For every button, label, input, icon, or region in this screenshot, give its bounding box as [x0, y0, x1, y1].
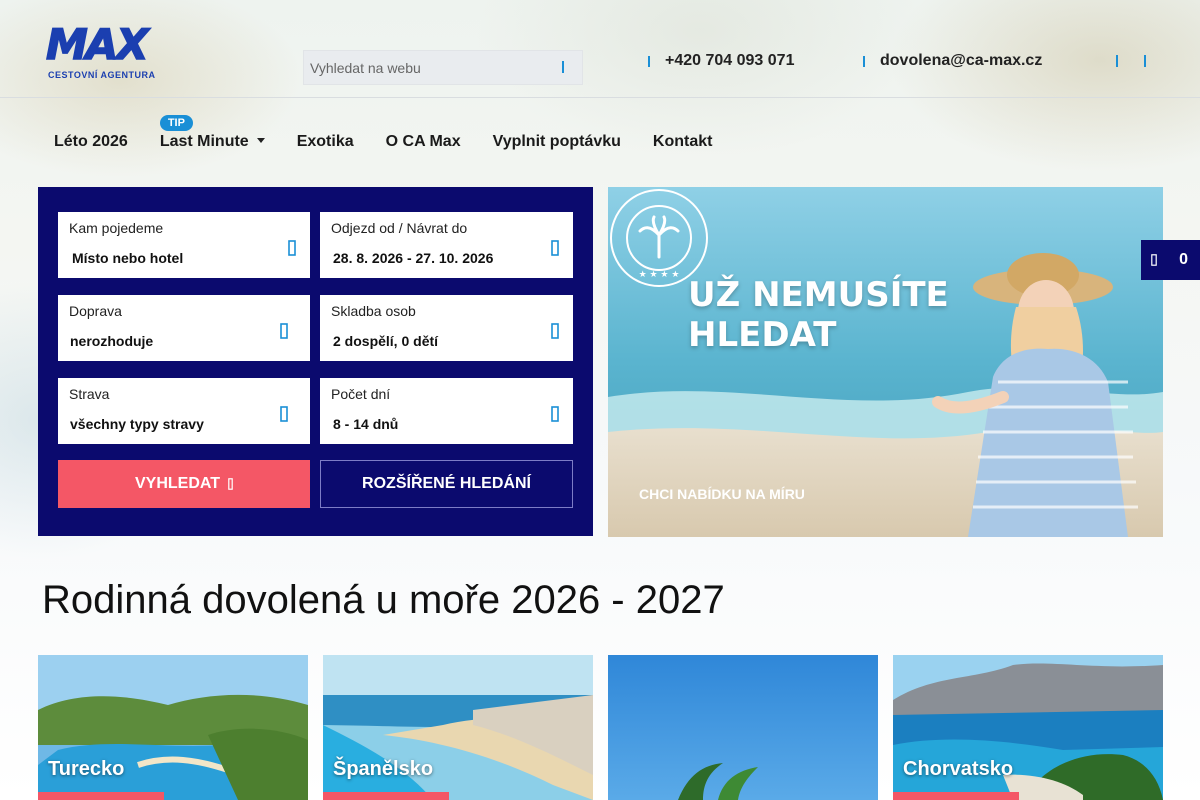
nav-item-label: Kontakt — [652, 133, 713, 150]
facebook-icon[interactable] — [1115, 54, 1121, 68]
chevron-down-icon — [280, 406, 288, 422]
logo[interactable]: MAX CESTOVNÍ AGENTURA — [45, 20, 155, 84]
destination-name: Chorvatsko — [903, 758, 1014, 780]
caret-down-icon — [256, 138, 265, 143]
destination-card-spanelsko[interactable]: Španělsko — [323, 655, 593, 800]
logo-subtitle: CESTOVNÍ AGENTURA — [48, 70, 156, 80]
field-value: 28. 8. 2026 - 27. 10. 2026 — [333, 250, 494, 266]
field-label: Odjezd od / Návrat do — [331, 220, 468, 236]
email-address: dovolena@ca-max.cz — [880, 52, 1043, 69]
field-value: nerozhoduje — [70, 333, 154, 349]
location-icon — [288, 240, 296, 256]
logo-wordmark: MAX — [45, 20, 149, 69]
advanced-search-button[interactable]: ROZŠÍŘENÉ HLEDÁNÍ — [320, 460, 573, 508]
instagram-icon[interactable] — [1143, 54, 1149, 68]
nav-item-o-ca-max[interactable]: O CA Max — [386, 133, 461, 155]
days-select[interactable]: Počet dní 8 - 14 dnů — [320, 378, 573, 444]
nav-item-label: Last Minute — [159, 133, 249, 150]
destination-card[interactable] — [608, 655, 878, 800]
cart-count: 0 — [1179, 251, 1188, 268]
nav-item-exotika[interactable]: Exotika — [297, 133, 354, 155]
nav-item-last-minute[interactable]: TIP Last Minute — [159, 115, 265, 155]
banner-title: UŽ NEMUSÍTE HLEDAT — [688, 275, 949, 355]
destination-card-chorvatsko[interactable]: Chorvatsko — [893, 655, 1163, 800]
email-contact[interactable]: dovolena@ca-max.cz — [862, 52, 1042, 70]
destination-field[interactable]: Kam pojedeme Místo nebo hotel — [58, 212, 310, 278]
advanced-search-label: ROZŠÍŘENÉ HLEDÁNÍ — [362, 475, 531, 492]
field-label: Kam pojedeme — [69, 220, 164, 236]
card-accent-bar — [893, 792, 1019, 800]
search-button-label: VYHLEDAT — [134, 475, 221, 492]
destination-card-turecko[interactable]: Turecko — [38, 655, 308, 800]
cart-widget[interactable]: 0 — [1141, 240, 1200, 280]
field-label: Doprava — [69, 303, 122, 319]
field-label: Počet dní — [331, 386, 391, 402]
board-select[interactable]: Strava všechny typy stravy — [58, 378, 310, 444]
chevron-down-icon — [551, 323, 559, 339]
card-accent-bar — [38, 792, 164, 800]
field-value: Místo nebo hotel — [72, 250, 184, 266]
header: MAX CESTOVNÍ AGENTURA +420 704 093 071 d… — [0, 0, 1200, 98]
page-title: Rodinná dovolená u moře 2026 - 2027 — [42, 578, 725, 622]
card-accent-bar — [323, 792, 449, 800]
search-icon[interactable] — [560, 60, 572, 74]
calendar-icon — [551, 240, 559, 256]
field-value: všechny typy stravy — [70, 416, 204, 432]
nav-item-label: Vyplnit poptávku — [492, 133, 621, 150]
site-search — [303, 50, 583, 85]
nav-item-leto[interactable]: Léto 2026 — [54, 133, 128, 155]
phone-icon — [648, 56, 650, 67]
search-button[interactable]: VYHLEDAT — [58, 460, 310, 508]
search-panel: Kam pojedeme Místo nebo hotel Odjezd od … — [38, 187, 593, 536]
destination-image — [608, 655, 878, 800]
tip-badge: TIP — [159, 115, 193, 131]
nav-item-poptavka[interactable]: Vyplnit poptávku — [493, 133, 621, 155]
chevron-down-icon — [280, 323, 288, 339]
search-input[interactable] — [304, 51, 544, 84]
phone-contact[interactable]: +420 704 093 071 — [647, 52, 794, 70]
svg-text:★ ★ ★ ★: ★ ★ ★ ★ — [639, 270, 680, 280]
palm-seal-logo: ★ ★ ★ ★ — [610, 189, 708, 287]
nav-item-kontakt[interactable]: Kontakt — [653, 133, 713, 155]
phone-number: +420 704 093 071 — [665, 52, 795, 69]
field-value: 2 dospělí, 0 dětí — [333, 333, 439, 349]
email-icon — [863, 56, 865, 67]
banner-cta[interactable]: CHCI NABÍDKU NA MÍRU — [639, 486, 805, 502]
field-label: Strava — [69, 386, 110, 402]
search-icon — [228, 478, 233, 490]
destination-name: Turecko — [48, 758, 125, 780]
cart-icon — [1151, 254, 1157, 266]
main-nav: Léto 2026 TIP Last Minute Exotika O CA M… — [54, 115, 744, 155]
destination-name: Španělsko — [333, 758, 434, 780]
promo-banner[interactable]: UŽ NEMUSÍTE HLEDAT CHCI NABÍDKU NA MÍRU … — [608, 187, 1163, 537]
nav-item-label: Exotika — [296, 133, 354, 150]
transport-select[interactable]: Doprava nerozhoduje — [58, 295, 310, 361]
persons-select[interactable]: Skladba osob 2 dospělí, 0 dětí — [320, 295, 573, 361]
nav-item-label: O CA Max — [385, 133, 461, 150]
dates-field[interactable]: Odjezd od / Návrat do 28. 8. 2026 - 27. … — [320, 212, 573, 278]
nav-item-label: Léto 2026 — [54, 133, 128, 150]
field-value: 8 - 14 dnů — [333, 416, 399, 432]
field-label: Skladba osob — [331, 303, 416, 319]
chevron-down-icon — [551, 406, 559, 422]
